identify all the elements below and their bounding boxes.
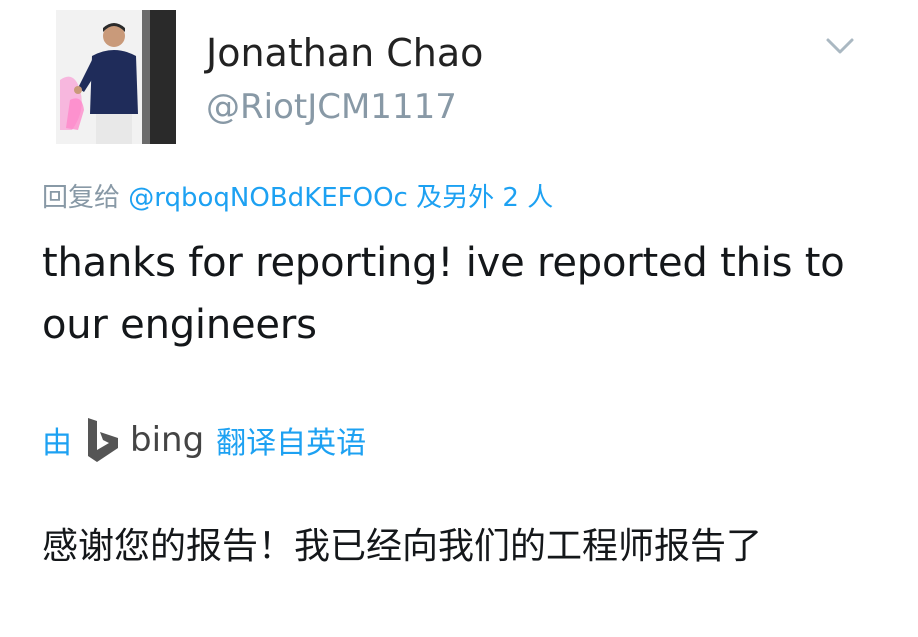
translated-by-label: 由 bbox=[42, 426, 72, 461]
translated-tweet-text: 感谢您的报告！我已经向我们的工程师报告了 bbox=[42, 526, 763, 567]
tweet-text: thanks for reporting! ive reported this … bbox=[42, 240, 845, 348]
tweet-menu-button[interactable] bbox=[824, 34, 856, 58]
bing-provider-name: bing bbox=[130, 420, 205, 460]
reply-context: 回复给 @rqboqNOBdKEFOOc 及另外 2 人 bbox=[42, 178, 553, 218]
author-handle[interactable]: @RiotJCM1117 bbox=[206, 84, 457, 130]
avatar[interactable] bbox=[56, 10, 176, 144]
reply-mention-link[interactable]: @rqboqNOBdKEFOOc bbox=[128, 183, 408, 213]
translation-attribution: 由 bing 翻译自英语 bbox=[42, 412, 366, 468]
user-avatar-photo-icon bbox=[56, 10, 176, 144]
reply-prefix: 回复给 bbox=[42, 183, 121, 213]
chevron-down-icon bbox=[826, 38, 854, 54]
reply-others-link[interactable]: 及另外 2 人 bbox=[416, 183, 553, 213]
bing-logo-icon bbox=[88, 418, 118, 462]
translated-from-link[interactable]: 翻译自英语 bbox=[216, 418, 366, 462]
author-display-name[interactable]: Jonathan Chao bbox=[206, 28, 483, 78]
